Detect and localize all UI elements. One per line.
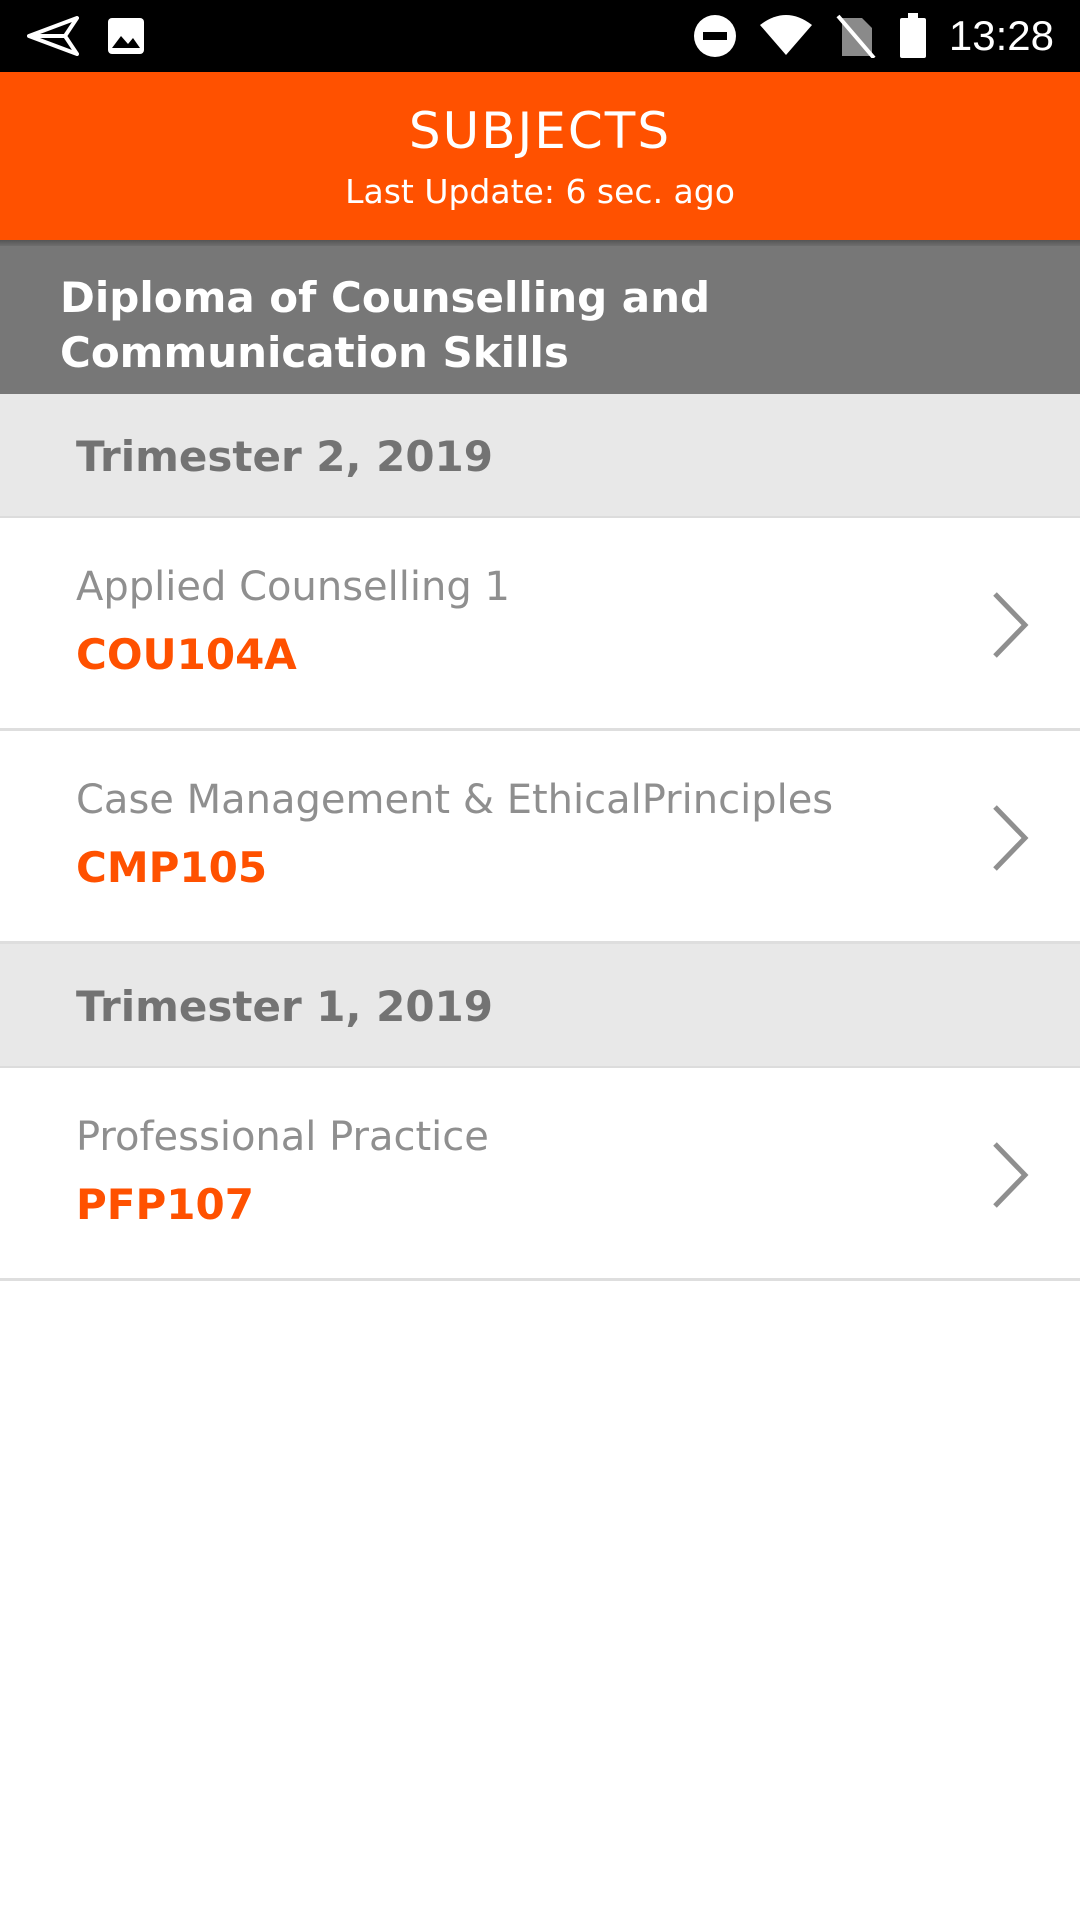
subjects-list: Trimester 2, 2019 Applied Counselling 1 … <box>0 394 1080 1281</box>
section-header: Trimester 1, 2019 <box>0 944 1080 1068</box>
program-banner: Diploma of Counselling and Communication… <box>0 246 1080 394</box>
no-sim-icon <box>834 0 878 72</box>
program-title-line-2: Communication Skills <box>60 328 569 377</box>
section-label: Trimester 2, 2019 <box>76 432 493 481</box>
subject-row-cmp105[interactable]: Case Management & EthicalPrinciples CMP1… <box>0 731 1080 944</box>
page-title: SUBJECTS <box>408 102 672 160</box>
program-title-line-1: Diploma of Counselling and <box>60 273 711 322</box>
send-notification-icon <box>26 0 80 72</box>
section-label: Trimester 1, 2019 <box>76 982 493 1031</box>
chevron-right-icon <box>993 1142 1029 1208</box>
wifi-icon <box>758 0 814 72</box>
subject-row-cou104a[interactable]: Applied Counselling 1 COU104A <box>0 518 1080 731</box>
subject-code: PFP107 <box>76 1180 254 1229</box>
status-bar: 13:28 <box>0 0 1080 72</box>
image-notification-icon <box>104 0 148 72</box>
last-update-text: Last Update: 6 sec. ago <box>345 172 735 211</box>
subject-code: COU104A <box>76 630 297 679</box>
section-header: Trimester 2, 2019 <box>0 394 1080 518</box>
subject-code: CMP105 <box>76 843 268 892</box>
subject-name: Case Management & EthicalPrinciples <box>76 777 834 823</box>
status-time: 13:28 <box>948 12 1054 59</box>
do-not-disturb-icon <box>690 0 740 72</box>
subject-row-pfp107[interactable]: Professional Practice PFP107 <box>0 1068 1080 1281</box>
subject-name: Applied Counselling 1 <box>76 564 510 610</box>
program-title: Diploma of Counselling and Communication… <box>60 270 960 380</box>
battery-icon <box>898 0 928 72</box>
chevron-right-icon <box>993 805 1029 871</box>
subject-name: Professional Practice <box>76 1114 489 1160</box>
chevron-right-icon <box>993 592 1029 658</box>
app-header: SUBJECTS Last Update: 6 sec. ago <box>0 72 1080 240</box>
